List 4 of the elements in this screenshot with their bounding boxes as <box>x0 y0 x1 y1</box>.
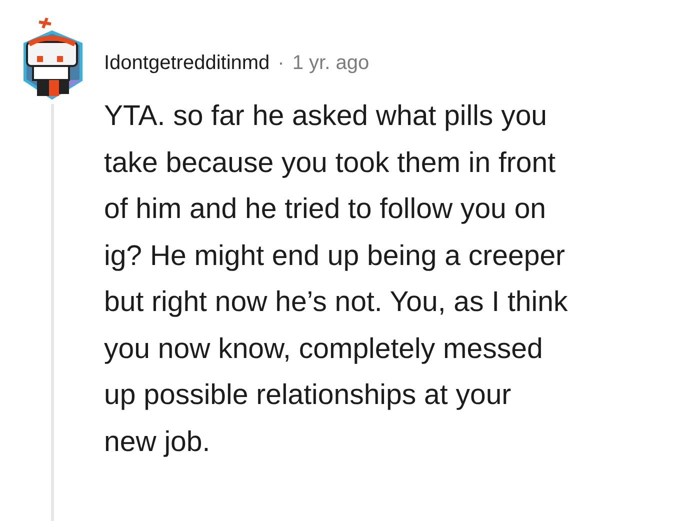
comment-text: YTA. so far he asked what pills you take because you took them in front of him and he tried to follow you on ig? He might end up being a creeper but right now he’s not. You, as I think you now know, completely messed up possible relationships at your new job. <box>104 99 569 460</box>
separator-dot: · <box>278 52 284 75</box>
comment-timestamp: 1 yr. ago <box>292 52 370 75</box>
author-username[interactable]: Idontgetredditinmd <box>104 52 270 75</box>
